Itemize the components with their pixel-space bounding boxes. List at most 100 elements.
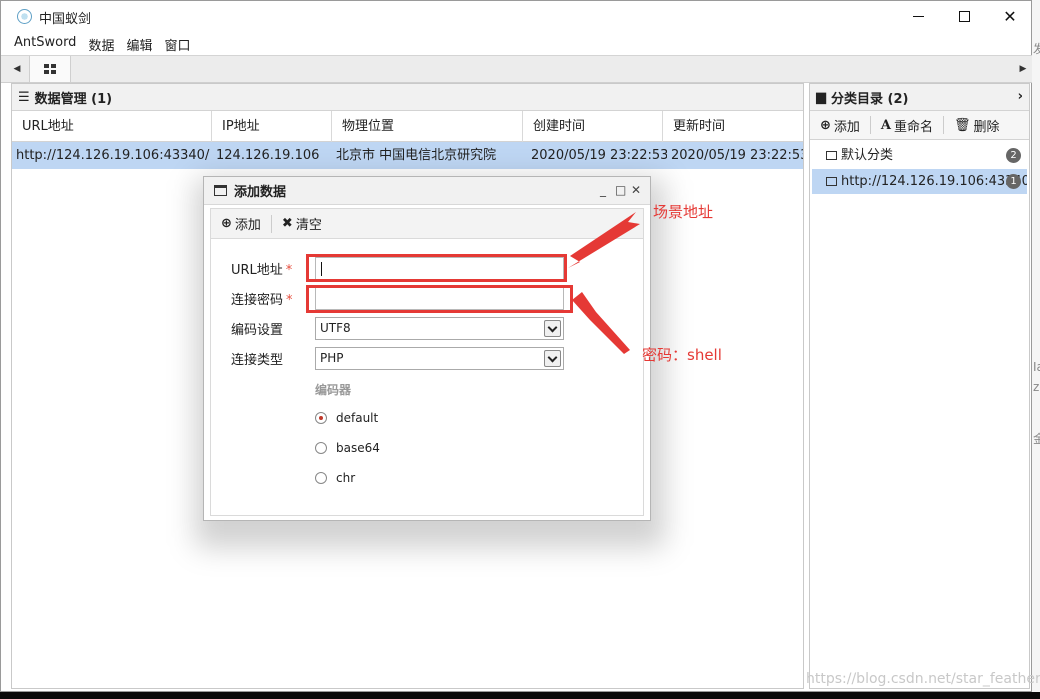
antsword-logo-icon [17, 9, 32, 24]
background-window-edge: 发 Ia ze 金 [1032, 0, 1040, 699]
category-panel-title: 分类目录 (2) [831, 91, 909, 107]
menu-window[interactable]: 窗口 [158, 32, 196, 54]
tab-bar: ◀ ▶ [1, 55, 1032, 83]
table-row[interactable]: http://124.126.19.106:43340/ 124.126.19.… [12, 142, 803, 169]
cell-location: 北京市 中国电信北京研究院 [336, 148, 497, 163]
data-panel-header: ☰ 数据管理 (1) [12, 84, 803, 111]
encoder-radio-base64[interactable]: base64 [315, 441, 380, 455]
dialog-title: 添加数据 [234, 185, 287, 200]
plus-circle-icon: ⊕ [221, 216, 232, 231]
minimize-button[interactable] [895, 1, 941, 32]
column-updated[interactable]: 更新时间 [663, 111, 803, 142]
required-mark: * [286, 293, 293, 308]
category-delete-button[interactable]: 🗑 删除 [944, 116, 1010, 135]
category-item-host[interactable]: http://124.126.19.106:43340 1 [812, 169, 1027, 194]
cell-created: 2020/05/19 23:22:53 [531, 148, 667, 163]
encoder-label: 编码器 [315, 383, 352, 397]
dialog-maximize-icon[interactable]: □ [615, 183, 626, 197]
encoding-value: UTF8 [320, 321, 351, 335]
url-highlight-box [306, 254, 567, 282]
close-icon: ✕ [1003, 7, 1017, 26]
password-annotation: 密码：shell [642, 346, 722, 364]
title-bar: 中国蚁剑 ✕ [1, 1, 1031, 32]
dialog-add-label: 添加 [234, 218, 261, 233]
folder-outline-icon [826, 177, 837, 186]
maximize-button[interactable] [941, 1, 987, 32]
dialog-clear-button[interactable]: ✖ 清空 [272, 214, 332, 233]
encoding-select[interactable]: UTF8 [315, 317, 564, 340]
add-data-dialog: 添加数据 _ □ ✕ ⊕ 添加 ✖ 清空 URL地址 * 连接密码 * 编码设置 U… [203, 176, 651, 521]
window-icon [214, 185, 227, 196]
category-add-label: 添加 [833, 119, 860, 135]
cell-url: http://124.126.19.106:43340/ [16, 148, 210, 163]
encoder-option-label: chr [336, 471, 356, 485]
encoder-radio-chr[interactable]: chr [315, 471, 355, 485]
tab-scroll-right-icon[interactable]: ▶ [1017, 56, 1029, 82]
chevron-down-icon [544, 320, 561, 337]
dialog-title-bar: 添加数据 [204, 177, 650, 205]
type-value: PHP [320, 351, 344, 365]
category-toolbar: ⊕ 添加 A 重命名 🗑 删除 [810, 111, 1029, 140]
font-icon: A [880, 117, 892, 133]
dialog-close-icon[interactable]: ✕ [631, 183, 641, 197]
minimize-icon [912, 16, 924, 17]
dialog-clear-label: 清空 [295, 218, 322, 233]
category-panel-header: ▆ 分类目录 (2) › [810, 84, 1029, 111]
password-field-label: 连接密码 * [231, 289, 293, 308]
tab-home[interactable] [29, 56, 71, 82]
column-created[interactable]: 创建时间 [523, 111, 663, 142]
category-rename-label: 重命名 [894, 119, 934, 135]
tab-scroll-left-icon[interactable]: ◀ [11, 56, 23, 82]
radio-unchecked-icon [315, 442, 327, 454]
encoder-option-label: base64 [336, 441, 380, 455]
category-add-button[interactable]: ⊕ 添加 [810, 116, 870, 135]
encoding-label: 编码设置 [231, 323, 284, 338]
grid-icon [44, 64, 56, 74]
column-url[interactable]: URL地址 [12, 111, 212, 142]
required-mark: * [285, 263, 293, 278]
trash-icon: 🗑 [954, 117, 971, 133]
menu-antsword[interactable]: AntSword [1, 32, 82, 54]
count-badge: 1 [1006, 174, 1021, 189]
x-icon: ✖ [281, 216, 293, 231]
column-location[interactable]: 物理位置 [332, 111, 523, 142]
list-icon: ☰ [18, 89, 30, 105]
taskbar-edge [0, 692, 1040, 699]
cell-ip: 124.126.19.106 [216, 148, 320, 163]
url-field-label: URL地址 * [231, 259, 292, 278]
connection-type-select[interactable]: PHP [315, 347, 564, 370]
password-highlight-box [306, 285, 573, 313]
dialog-add-button[interactable]: ⊕ 添加 [211, 214, 271, 233]
type-label: 连接类型 [231, 353, 284, 368]
category-panel: ▆ 分类目录 (2) › ⊕ 添加 A 重命名 🗑 删除 默认分类 2 http… [809, 83, 1030, 689]
encoder-radio-default[interactable]: default [315, 411, 378, 425]
radio-unchecked-icon [315, 472, 327, 484]
count-badge: 2 [1006, 148, 1021, 163]
table-header: URL地址 IP地址 物理位置 创建时间 更新时间 [12, 111, 803, 142]
close-button[interactable]: ✕ [987, 1, 1033, 32]
dialog-minimize-icon[interactable]: _ [600, 183, 606, 197]
cell-updated: 2020/05/19 23:22:53 [671, 148, 803, 163]
menu-data[interactable]: 数据 [82, 32, 120, 54]
folder-outline-icon [826, 151, 837, 160]
window-title: 中国蚁剑 [39, 12, 92, 27]
encoder-option-label: default [336, 411, 379, 425]
dialog-toolbar: ⊕ 添加 ✖ 清空 [210, 208, 644, 239]
url-label-text: URL地址 [231, 263, 283, 278]
category-delete-label: 删除 [973, 119, 1000, 135]
column-ip[interactable]: IP地址 [212, 111, 332, 142]
category-item-label: 默认分类 [841, 148, 894, 163]
menu-edit[interactable]: 编辑 [120, 32, 158, 54]
category-rename-button[interactable]: A 重命名 [871, 116, 943, 135]
collapse-chevron-icon[interactable]: › [1018, 89, 1023, 104]
maximize-icon [958, 11, 970, 22]
category-item-default[interactable]: 默认分类 2 [810, 143, 1029, 168]
category-item-label: http://124.126.19.106:43340 [841, 174, 1027, 189]
folder-icon: ▆ [816, 89, 826, 105]
radio-checked-icon [315, 412, 327, 424]
data-panel-title: 数据管理 (1) [34, 91, 113, 107]
watermark: https://blog.csdn.net/star_feather [806, 671, 1040, 687]
menu-bar: AntSword 数据 编辑 窗口 [1, 32, 1031, 54]
plus-circle-icon: ⊕ [820, 117, 831, 133]
password-label-text: 连接密码 [231, 293, 284, 308]
